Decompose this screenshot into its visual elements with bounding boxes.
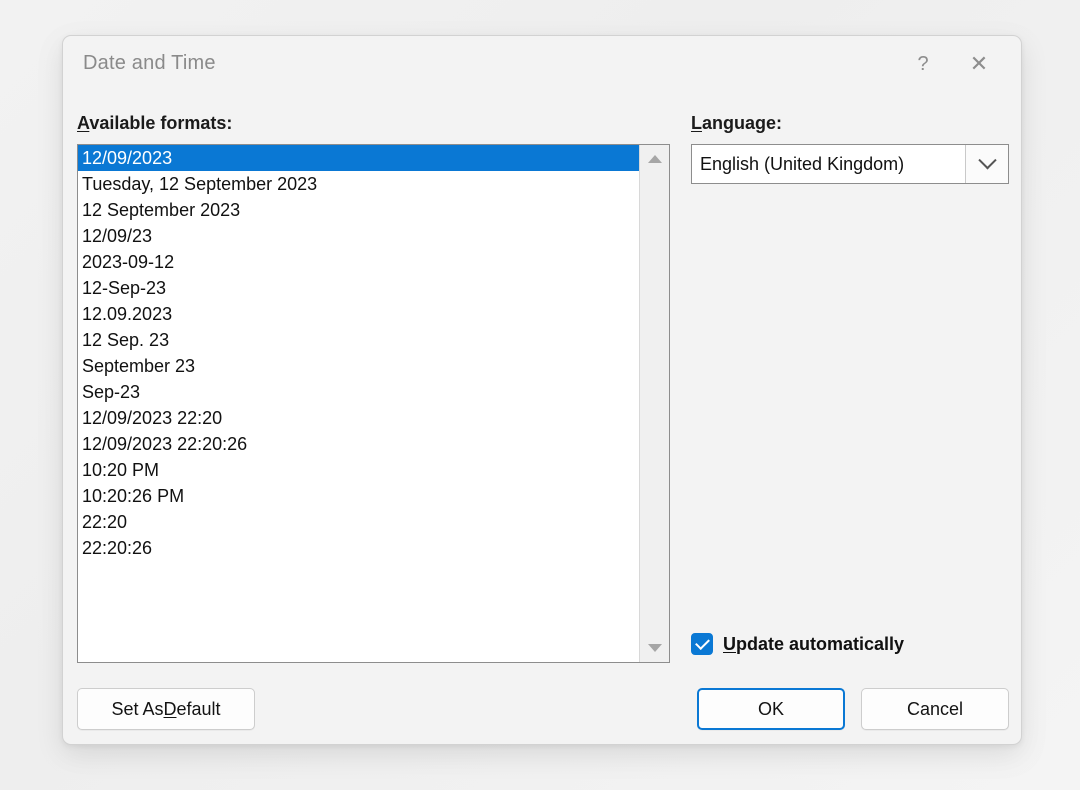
available-formats-label: Available formats: [77,113,232,134]
list-item[interactable]: 2023-09-12 [78,249,639,275]
list-item[interactable]: 12.09.2023 [78,301,639,327]
language-accel: L [691,113,702,133]
update-automatically-accel: U [723,633,736,654]
list-item[interactable]: 12/09/2023 [78,145,639,171]
dialog-titlebar: Date and Time ? ✕ [63,36,1021,94]
update-automatically-checkbox[interactable]: Update automatically [691,633,904,655]
list-item[interactable]: 12/09/2023 22:20:26 [78,431,639,457]
list-item[interactable]: 22:20:26 [78,535,639,561]
set-as-default-pre: Set As [111,698,164,719]
language-combobox[interactable]: English (United Kingdom) [691,144,1009,184]
list-item[interactable]: 10:20:26 PM [78,483,639,509]
dialog-title: Date and Time [83,52,216,74]
chevron-down-icon[interactable] [965,145,1008,183]
list-item[interactable]: 10:20 PM [78,457,639,483]
update-automatically-label-rest: pdate automatically [736,633,905,654]
set-as-default-accel: D [163,698,177,719]
checkbox-box[interactable] [691,633,713,655]
language-label: Language: [691,113,782,134]
list-item[interactable]: 12 Sep. 23 [78,327,639,353]
set-as-default-button[interactable]: Set As Default [77,688,255,730]
list-item[interactable]: September 23 [78,353,639,379]
available-formats-listbox[interactable]: 12/09/2023 Tuesday, 12 September 2023 12 S… [77,144,670,663]
help-icon[interactable]: ? [899,42,947,86]
listbox-scrollbar[interactable] [639,145,669,662]
date-and-time-dialog: Date and Time ? ✕ Available formats: 12/… [62,35,1022,745]
list-item[interactable]: 12/09/23 [78,223,639,249]
triangle-up-icon[interactable] [640,145,669,173]
list-item[interactable]: 22:20 [78,509,639,535]
checkmark-icon [694,635,710,651]
list-item[interactable]: 12-Sep-23 [78,275,639,301]
close-icon[interactable]: ✕ [955,42,1003,86]
ok-button[interactable]: OK [697,688,845,730]
format-list[interactable]: 12/09/2023 Tuesday, 12 September 2023 12 S… [78,145,639,662]
update-automatically-label: Update automatically [723,634,904,655]
triangle-down-icon[interactable] [640,634,669,662]
language-selected-value[interactable]: English (United Kingdom) [692,145,965,183]
language-label-rest: anguage: [702,113,783,133]
set-as-default-post: efault [176,698,221,719]
list-item[interactable]: Tuesday, 12 September 2023 [78,171,639,197]
list-item[interactable]: 12/09/2023 22:20 [78,405,639,431]
cancel-button[interactable]: Cancel [861,688,1009,730]
available-formats-accel: A [77,113,90,133]
available-formats-label-rest: vailable formats: [89,113,233,133]
list-item[interactable]: Sep-23 [78,379,639,405]
list-item[interactable]: 12 September 2023 [78,197,639,223]
